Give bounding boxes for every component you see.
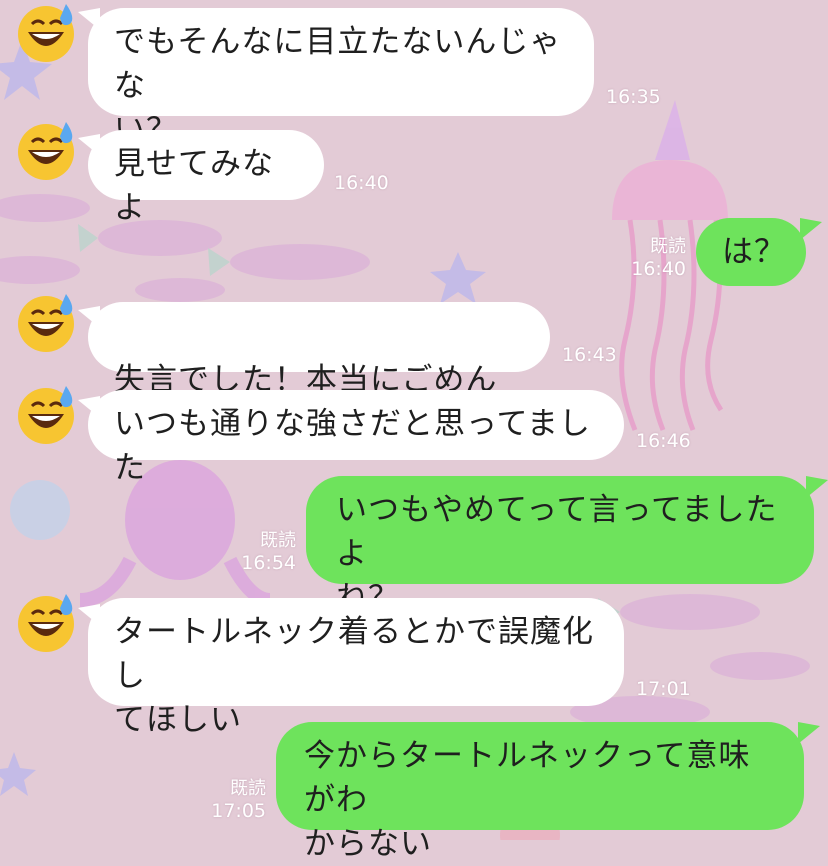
sweat-smile-emoji-avatar[interactable] [14,290,78,354]
message-bubble-outgoing[interactable]: いつもやめてって言ってましたよ ね？ [306,476,814,616]
message-time: 16:40 [631,258,686,280]
message-bubble-incoming[interactable]: タートルネック着るとかで誤魔化し てほしい [88,598,624,738]
message-time: 16:54 [241,552,296,574]
message-bubble-incoming[interactable]: でもそんなに目立たないんじゃな い？ [88,8,594,148]
message-time: 16:35 [606,86,661,108]
message-bubble-incoming[interactable]: いつも通りな強さだと思ってました [88,390,624,486]
message-read-meta: 既読 16:40 [630,236,686,280]
message-time: 16:40 [334,172,389,194]
sweat-smile-emoji-avatar[interactable] [14,0,78,64]
sweat-smile-emoji-avatar[interactable] [14,382,78,446]
message-time: 17:01 [636,678,691,700]
message-bubble-outgoing[interactable]: 今からタートルネックって意味がわ からない [276,722,804,862]
sweat-smile-emoji-avatar[interactable] [14,590,78,654]
read-receipt: 既読 [260,530,296,551]
read-receipt: 既読 [650,236,686,257]
message-time: 16:43 [562,344,617,366]
message-read-meta: 既読 16:54 [238,530,296,574]
message-read-meta: 既読 17:05 [210,778,266,822]
sweat-smile-emoji-avatar[interactable] [14,118,78,182]
message-time: 17:05 [211,800,266,822]
bubble-tail [806,476,828,498]
message-bubble-incoming[interactable]: 失言でした！本当にごめん [88,302,550,442]
bubble-tail [800,218,822,240]
bubble-tail [798,722,820,744]
read-receipt: 既読 [230,778,266,799]
message-bubble-outgoing[interactable]: は？ [696,218,806,286]
message-time: 16:46 [636,430,691,452]
message-bubble-incoming[interactable]: 見せてみなよ [88,130,324,226]
